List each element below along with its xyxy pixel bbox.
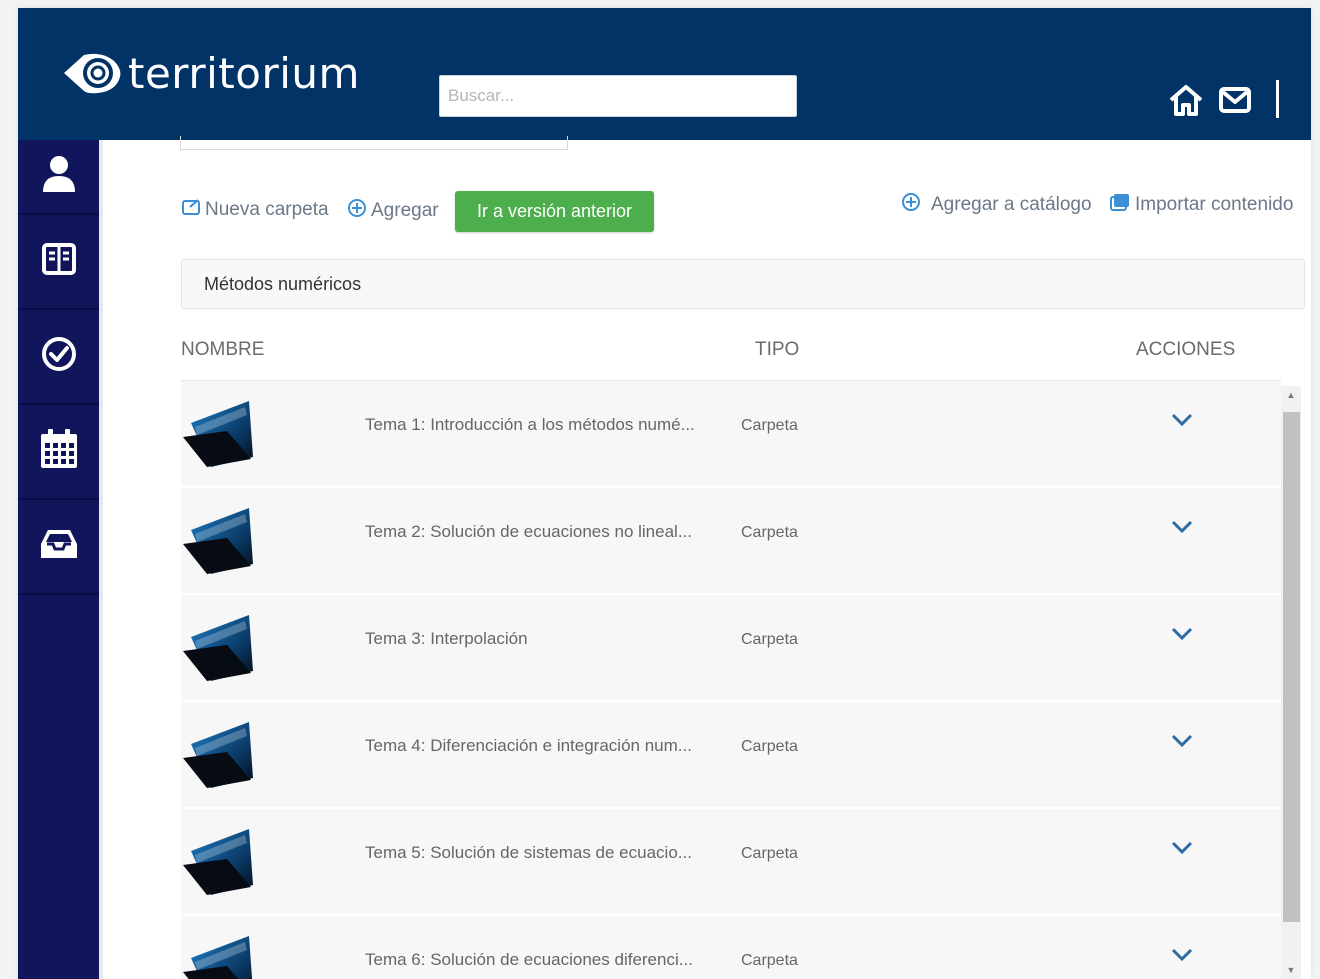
row-type: Carpeta [741, 738, 798, 755]
folder-icon [181, 613, 255, 688]
import-content-label: Importar contenido [1135, 194, 1294, 215]
previous-version-button[interactable]: Ir a versión anterior [455, 191, 654, 232]
logo[interactable]: territorium [62, 48, 360, 98]
column-header-name: NOMBRE [181, 339, 265, 360]
add-link[interactable]: Agregar [347, 198, 439, 224]
inbox-icon [39, 527, 79, 566]
row-type: Carpeta [741, 524, 798, 541]
table-row[interactable]: Tema 6: Solución de ecuaciones diferenci… [181, 916, 1281, 979]
chevron-down-icon[interactable] [1171, 841, 1193, 860]
folder-icon [181, 827, 255, 902]
new-folder-icon [181, 198, 201, 222]
chevron-down-icon[interactable] [1171, 948, 1193, 967]
table-row[interactable]: Tema 4: Diferenciación e integración num… [181, 702, 1281, 809]
app-window: territorium Buscar... Nueva carpeta Agre… [18, 8, 1311, 979]
folder-icon [181, 399, 255, 474]
mail-icon[interactable] [1216, 82, 1254, 118]
row-type: Carpeta [741, 631, 798, 648]
row-type: Carpeta [741, 845, 798, 862]
table-row[interactable]: Tema 1: Introducción a los métodos numé.… [181, 381, 1281, 488]
row-name[interactable]: Tema 5: Solución de sistemas de ecuacio.… [365, 843, 692, 863]
sidebar-item-profile[interactable] [18, 140, 99, 215]
row-name[interactable]: Tema 4: Diferenciación e integración num… [365, 736, 692, 756]
row-name[interactable]: Tema 6: Solución de ecuaciones diferenci… [365, 950, 693, 970]
row-type: Carpeta [741, 952, 798, 969]
breadcrumb: Métodos numéricos [181, 259, 1305, 309]
header-divider [1276, 80, 1279, 118]
folder-icon [181, 720, 255, 795]
chevron-down-icon[interactable] [1171, 734, 1193, 753]
sidebar [18, 140, 99, 979]
chevron-down-icon[interactable] [1171, 627, 1193, 646]
eye-logo-icon [62, 51, 122, 95]
plus-circle-icon [347, 198, 367, 224]
book-icon [41, 242, 77, 281]
chevron-down-icon[interactable] [1171, 413, 1193, 432]
scroll-down-arrow-icon[interactable]: ▼ [1281, 961, 1301, 979]
filter-field-edge [180, 136, 568, 150]
row-name[interactable]: Tema 3: Interpolación [365, 629, 528, 649]
search-input[interactable] [439, 75, 797, 117]
row-name[interactable]: Tema 1: Introducción a los métodos numé.… [365, 415, 695, 435]
table-scrollbar[interactable]: ▲ ▼ [1281, 386, 1301, 979]
main-content: Nueva carpeta Agregar Ir a versión anter… [99, 136, 1311, 979]
chevron-down-icon[interactable] [1171, 520, 1193, 539]
new-folder-label: Nueva carpeta [205, 199, 329, 220]
user-icon [41, 155, 77, 198]
folder-table: Tema 1: Introducción a los métodos numé.… [181, 380, 1281, 979]
new-folder-link[interactable]: Nueva carpeta [181, 198, 329, 222]
table-row[interactable]: Tema 2: Solución de ecuaciones no lineal… [181, 488, 1281, 595]
sidebar-item-calendar[interactable] [18, 405, 99, 500]
scrollbar-thumb[interactable] [1283, 412, 1300, 922]
import-content-link[interactable]: Importar contenido [1109, 192, 1293, 218]
table-row[interactable]: Tema 3: Interpolación Carpeta [181, 595, 1281, 702]
calendar-icon [39, 428, 79, 475]
import-icon [1109, 192, 1131, 218]
add-to-catalog-link[interactable]: Agregar a catálogo [901, 192, 1092, 218]
breadcrumb-current: Métodos numéricos [204, 273, 362, 294]
top-header: territorium [18, 8, 1311, 140]
check-circle-icon [40, 335, 78, 378]
home-icon[interactable] [1167, 82, 1205, 118]
add-circle-icon [901, 192, 921, 218]
table-row[interactable]: Tema 5: Solución de sistemas de ecuacio.… [181, 809, 1281, 916]
column-header-type: TIPO [755, 339, 800, 360]
add-label: Agregar [371, 200, 439, 221]
row-name[interactable]: Tema 2: Solución de ecuaciones no lineal… [365, 522, 692, 542]
add-to-catalog-label: Agregar a catálogo [931, 194, 1092, 215]
sidebar-item-tasks[interactable] [18, 310, 99, 405]
folder-icon [181, 506, 255, 581]
folder-icon [181, 934, 255, 979]
sidebar-item-courses[interactable] [18, 215, 99, 310]
scroll-up-arrow-icon[interactable]: ▲ [1281, 386, 1301, 404]
row-type: Carpeta [741, 417, 798, 434]
sidebar-item-inbox[interactable] [18, 500, 99, 595]
logo-text: territorium [128, 48, 360, 98]
column-header-actions: ACCIONES [1136, 339, 1236, 360]
